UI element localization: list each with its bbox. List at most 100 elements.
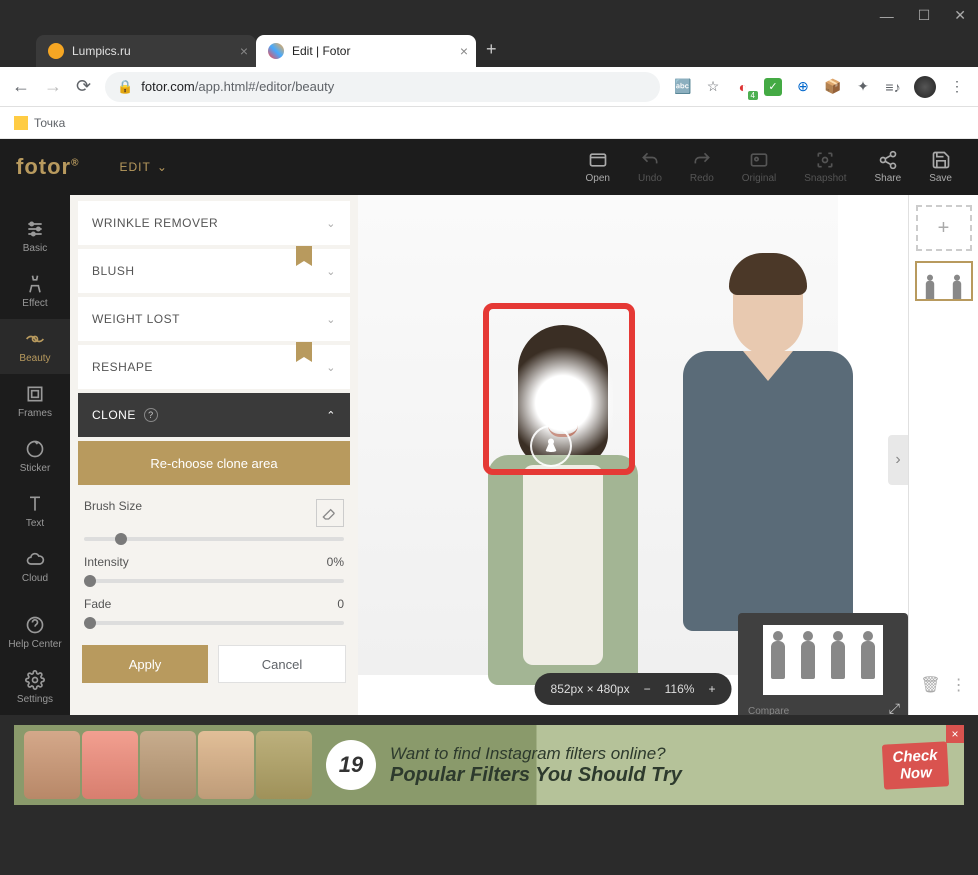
bookmarks-bar: Точка: [0, 107, 978, 139]
profile-avatar[interactable]: [914, 76, 936, 98]
fade-value: 0: [337, 597, 344, 611]
intensity-slider[interactable]: [84, 579, 344, 583]
add-image-button[interactable]: +: [916, 205, 972, 251]
reload-button[interactable]: ⟳: [76, 76, 91, 97]
tab-title: Lumpics.ru: [72, 44, 131, 58]
undo-button[interactable]: Undo: [628, 150, 672, 184]
panel-item-weight-lost[interactable]: WEIGHT LOST⌄: [78, 297, 350, 341]
url-input[interactable]: 🔒 fotor.com/app.html#/editor/beauty: [105, 72, 660, 102]
expand-icon[interactable]: ⤢: [889, 700, 900, 715]
globe-extension-icon[interactable]: ⊕: [794, 78, 812, 96]
chevron-down-icon: ⌄: [326, 313, 336, 326]
adblock-icon[interactable]: ◐: [734, 78, 752, 96]
ad-text: Want to find Instagram filters online? P…: [390, 744, 682, 787]
fade-label: Fade: [84, 597, 111, 611]
cube-extension-icon[interactable]: 📦: [824, 78, 842, 96]
fotor-logo[interactable]: fotor®: [16, 154, 79, 180]
chevron-down-icon: ⌄: [157, 160, 168, 174]
zoom-out-button[interactable]: −: [644, 682, 651, 696]
new-tab-button[interactable]: +: [486, 39, 497, 60]
chevron-down-icon: ⌄: [326, 217, 336, 230]
original-button[interactable]: Original: [732, 150, 786, 184]
sidebar-item-help[interactable]: Help Center: [0, 605, 70, 660]
browser-tab-strip: Lumpics.ru × Edit | Fotor × +: [0, 31, 978, 67]
browser-tab-lumpics[interactable]: Lumpics.ru ×: [36, 35, 256, 67]
window-titlebar: — ☐ ✕: [0, 0, 978, 31]
eraser-button[interactable]: [316, 499, 344, 527]
checkmark-extension-icon[interactable]: ✓: [764, 78, 782, 96]
snapshot-button[interactable]: Snapshot: [794, 150, 856, 184]
back-button[interactable]: ←: [12, 76, 30, 97]
compare-label: Compare: [748, 706, 789, 715]
panel-item-clone[interactable]: CLONE?⌃: [78, 393, 350, 437]
compare-thumbnail: [763, 625, 883, 695]
brush-size-control: Brush Size: [78, 499, 350, 555]
sidebar-item-effect[interactable]: Effect: [0, 264, 70, 319]
zoom-controls: 852px × 480px − 116% +: [535, 673, 732, 705]
help-icon[interactable]: ?: [144, 408, 158, 422]
thumbnail-active[interactable]: [915, 261, 973, 301]
forward-button[interactable]: →: [44, 76, 62, 97]
save-button[interactable]: Save: [919, 150, 962, 184]
intensity-control: Intensity 0%: [78, 555, 350, 597]
sidebar-item-text[interactable]: Text: [0, 484, 70, 539]
canvas-next-button[interactable]: ›: [888, 435, 908, 485]
panel-item-reshape[interactable]: RESHAPE⌄: [78, 345, 350, 389]
extensions-area: 🔤 ☆ ◐ ✓ ⊕ 📦 ✦ ≡♪ ⋮: [674, 76, 966, 98]
ad-banner[interactable]: 19 Want to find Instagram filters online…: [14, 725, 964, 805]
ad-cta-button[interactable]: CheckNow: [882, 741, 949, 789]
trash-icon[interactable]: 🗑: [920, 675, 940, 695]
apply-button[interactable]: Apply: [82, 645, 208, 683]
chevron-down-icon: ⌄: [326, 361, 336, 374]
fade-slider[interactable]: [84, 621, 344, 625]
sidebar-item-basic[interactable]: Basic: [0, 209, 70, 264]
folder-icon: [14, 116, 28, 130]
browser-menu-icon[interactable]: ⋮: [948, 78, 966, 96]
chevron-down-icon: ⌄: [326, 265, 336, 278]
image-dimensions: 852px × 480px: [551, 682, 630, 696]
translate-icon[interactable]: 🔤: [674, 78, 692, 96]
intensity-label: Intensity: [84, 555, 129, 569]
edit-mode-dropdown[interactable]: EDIT ⌄: [119, 160, 167, 174]
tab-close-icon[interactable]: ×: [240, 43, 248, 59]
ad-thumbnails: [24, 731, 312, 799]
window-maximize-button[interactable]: ☐: [918, 7, 931, 24]
app-header: fotor® EDIT ⌄ Open Undo Redo Original Sn…: [0, 139, 978, 195]
reading-list-icon[interactable]: ≡♪: [884, 78, 902, 96]
brush-size-label: Brush Size: [84, 499, 142, 527]
tab-close-icon[interactable]: ×: [460, 43, 468, 59]
main-layout: Basic Effect Beauty Frames Sticker Text …: [0, 195, 978, 715]
cancel-button[interactable]: Cancel: [218, 645, 346, 683]
ad-close-button[interactable]: ×: [946, 725, 964, 743]
canvas-area[interactable]: › Compare ⤢ 852px × 480px − 116% +: [358, 195, 908, 715]
favicon-icon: [268, 43, 284, 59]
ad-number-badge: 19: [326, 740, 376, 790]
panel-item-blush[interactable]: BLUSH⌄: [78, 249, 350, 293]
trash-options-icon[interactable]: ⋮: [951, 675, 967, 695]
url-host: fotor.com: [141, 79, 194, 94]
panel-item-wrinkle-remover[interactable]: WRINKLE REMOVER⌄: [78, 201, 350, 245]
sidebar-item-sticker[interactable]: Sticker: [0, 429, 70, 484]
sidebar-item-frames[interactable]: Frames: [0, 374, 70, 429]
browser-tab-fotor[interactable]: Edit | Fotor ×: [256, 35, 476, 67]
zoom-in-button[interactable]: +: [708, 682, 715, 696]
window-minimize-button[interactable]: —: [880, 8, 894, 24]
star-icon[interactable]: ☆: [704, 78, 722, 96]
favicon-icon: [48, 43, 64, 59]
share-button[interactable]: Share: [865, 150, 912, 184]
fade-control: Fade 0: [78, 597, 350, 639]
thumbnail-strip: + 🗑 ⋮: [908, 195, 978, 715]
sidebar-item-beauty[interactable]: Beauty: [0, 319, 70, 374]
tab-title: Edit | Fotor: [292, 44, 350, 58]
compare-preview[interactable]: Compare ⤢: [738, 613, 908, 715]
open-button[interactable]: Open: [576, 150, 620, 184]
redo-button[interactable]: Redo: [680, 150, 724, 184]
sidebar-item-settings[interactable]: Settings: [0, 660, 70, 715]
bookmark-item[interactable]: Точка: [34, 116, 65, 130]
sidebar-item-cloud[interactable]: Cloud: [0, 539, 70, 594]
brush-size-slider[interactable]: [84, 537, 344, 541]
left-toolbar: Basic Effect Beauty Frames Sticker Text …: [0, 195, 70, 715]
extensions-puzzle-icon[interactable]: ✦: [854, 78, 872, 96]
window-close-button[interactable]: ✕: [954, 7, 966, 24]
rechoose-clone-area-button[interactable]: Re-choose clone area: [78, 441, 350, 485]
